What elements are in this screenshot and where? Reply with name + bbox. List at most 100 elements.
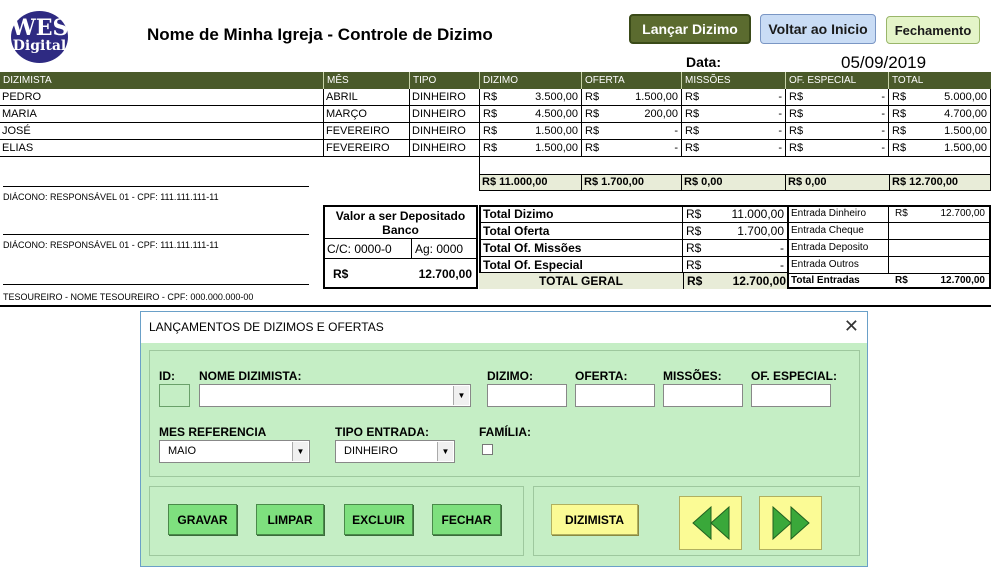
summary-currency: R$: [686, 258, 702, 272]
entrada-divider: [888, 223, 889, 239]
table-header: DIZIMISTA MÊS REFERENCIA TIPO DIZIMO OFE…: [0, 72, 991, 103]
cell-total[interactable]: R$ 1.500,00: [889, 140, 991, 157]
cell-value: -: [881, 142, 885, 154]
deposit-vdivider: [411, 238, 412, 258]
mes-referencia-select[interactable]: MAIO ▼: [159, 440, 310, 463]
cell-oferta[interactable]: R$ -: [582, 123, 682, 140]
cell-dizimo[interactable]: R$ 1.500,00: [480, 123, 582, 140]
limpar-button[interactable]: LIMPAR: [256, 504, 324, 535]
especial-label: OF. ESPECIAL:: [751, 369, 838, 383]
total-especial: R$ 0,00: [786, 175, 890, 190]
nome-label: NOME DIZIMISTA:: [199, 369, 302, 383]
familia-label: FAMÍLIA:: [479, 425, 531, 439]
chevron-down-icon[interactable]: ▼: [437, 442, 453, 461]
total-geral-value: 12.700,00: [732, 274, 786, 288]
cell-especial[interactable]: R$ -: [786, 106, 889, 123]
cell-currency: R$: [892, 125, 907, 137]
fechamento-button[interactable]: Fechamento: [886, 16, 980, 44]
cell-nome[interactable]: MARIA: [0, 106, 324, 123]
signature-text-2: DIÁCONO: RESPONSÁVEL 01 - CPF: 111.111.1…: [3, 240, 219, 250]
table-row[interactable]: PEDRO ABRIL DINHEIRO R$ 3.500,00 R$ 1.500,00 R$…: [0, 89, 991, 106]
cell-tipo[interactable]: DINHEIRO: [410, 89, 480, 106]
date-value[interactable]: 05/09/2019: [841, 53, 926, 73]
logo-line1: WES: [11, 15, 69, 41]
familia-checkbox[interactable]: [482, 444, 493, 455]
lancar-dizimo-button[interactable]: Lançar Dizimo: [629, 14, 751, 44]
tipo-entrada-select[interactable]: DINHEIRO ▼: [335, 440, 455, 463]
cell-value: -: [778, 91, 782, 103]
table-row[interactable]: JOSÉ FEVEREIRO DINHEIRO R$ 1.500,00 R$ - R$ - R$ -…: [0, 123, 991, 140]
summary-value-cell: R$ 1.700,00: [683, 223, 787, 240]
previous-button[interactable]: [679, 496, 742, 550]
cell-currency: R$: [789, 108, 804, 120]
cell-currency: R$: [483, 91, 498, 103]
cell-dizimo[interactable]: R$ 4.500,00: [480, 106, 582, 123]
cell-value: 1.500,00: [535, 142, 578, 154]
cell-total[interactable]: R$ 1.500,00: [889, 123, 991, 140]
cell-especial[interactable]: R$ -: [786, 123, 889, 140]
col-mes: MÊS REFERENCIA: [324, 72, 410, 103]
cell-value: 3.500,00: [535, 91, 578, 103]
cell-total[interactable]: R$ 4.700,00: [889, 106, 991, 123]
double-left-arrow-icon: [691, 505, 729, 541]
gravar-button[interactable]: GRAVAR: [168, 504, 237, 535]
col-tipo: TIPO: [410, 72, 480, 89]
nome-dizimista-select[interactable]: ▼: [199, 384, 471, 407]
tipo-label: TIPO ENTRADA:: [335, 425, 429, 439]
deposit-box: Valor a ser Depositado Banco C/C: 0000-0…: [323, 205, 478, 289]
cell-dizimo[interactable]: R$ 3.500,00: [480, 89, 582, 106]
deposit-cc: C/C: 0000-0: [327, 242, 392, 256]
cell-dizimo[interactable]: R$ 1.500,00: [480, 140, 582, 157]
dizimo-field[interactable]: [487, 384, 567, 407]
cell-mes[interactable]: FEVEREIRO: [324, 140, 410, 157]
cell-tipo[interactable]: DINHEIRO: [410, 140, 480, 157]
cell-currency: R$: [892, 108, 907, 120]
cell-nome[interactable]: JOSÉ: [0, 123, 324, 140]
chevron-down-icon[interactable]: ▼: [292, 442, 308, 461]
cell-currency: R$: [483, 108, 498, 120]
cell-oferta[interactable]: R$ 200,00: [582, 106, 682, 123]
table-row[interactable]: ELIAS FEVEREIRO DINHEIRO R$ 1.500,00 R$ - R$ - R$…: [0, 140, 991, 157]
cell-currency: R$: [685, 142, 700, 154]
cell-mes[interactable]: FEVEREIRO: [324, 123, 410, 140]
cell-nome[interactable]: ELIAS: [0, 140, 324, 157]
cell-value: -: [881, 125, 885, 137]
table-row[interactable]: MARIA MARÇO DINHEIRO R$ 4.500,00 R$ 200,00 R$ - R…: [0, 106, 991, 123]
entrada-row: Entrada Cheque: [789, 223, 989, 240]
cell-mes[interactable]: MARÇO: [324, 106, 410, 123]
cell-missoes[interactable]: R$ -: [682, 123, 786, 140]
id-field[interactable]: [159, 384, 190, 407]
dizimista-button[interactable]: DIZIMISTA: [551, 504, 638, 535]
next-button[interactable]: [759, 496, 822, 550]
entrada-label: Entrada Outros: [791, 259, 859, 270]
entrada-divider: [888, 206, 889, 222]
cell-missoes[interactable]: R$ -: [682, 106, 786, 123]
excluir-button[interactable]: EXCLUIR: [344, 504, 413, 535]
signature-line-3: [3, 284, 309, 285]
total-entradas-currency: R$: [895, 275, 908, 286]
cell-oferta[interactable]: R$ -: [582, 140, 682, 157]
summary-label: Total Oferta: [481, 223, 683, 240]
especial-field[interactable]: [751, 384, 831, 407]
cell-tipo[interactable]: DINHEIRO: [410, 123, 480, 140]
cell-missoes[interactable]: R$ -: [682, 89, 786, 106]
cell-nome[interactable]: PEDRO: [0, 89, 324, 106]
cell-total[interactable]: R$ 5.000,00: [889, 89, 991, 106]
cell-especial[interactable]: R$ -: [786, 89, 889, 106]
cell-mes[interactable]: ABRIL: [324, 89, 410, 106]
oferta-field[interactable]: [575, 384, 655, 407]
close-icon[interactable]: ✕: [844, 316, 859, 337]
chevron-down-icon[interactable]: ▼: [453, 386, 469, 405]
cell-oferta[interactable]: R$ 1.500,00: [582, 89, 682, 106]
cell-especial[interactable]: R$ -: [786, 140, 889, 157]
total-entradas-row: Total Entradas R$ 12.700,00: [789, 273, 989, 288]
voltar-inicio-button[interactable]: Voltar ao Inicio: [760, 14, 876, 44]
cell-missoes[interactable]: R$ -: [682, 140, 786, 157]
deposit-ag: Ag: 0000: [415, 242, 464, 256]
cell-tipo[interactable]: DINHEIRO: [410, 106, 480, 123]
missoes-field[interactable]: [663, 384, 743, 407]
fechar-button[interactable]: FECHAR: [432, 504, 501, 535]
cell-currency: R$: [585, 142, 600, 154]
cell-value: -: [778, 142, 782, 154]
cell-currency: R$: [789, 91, 804, 103]
